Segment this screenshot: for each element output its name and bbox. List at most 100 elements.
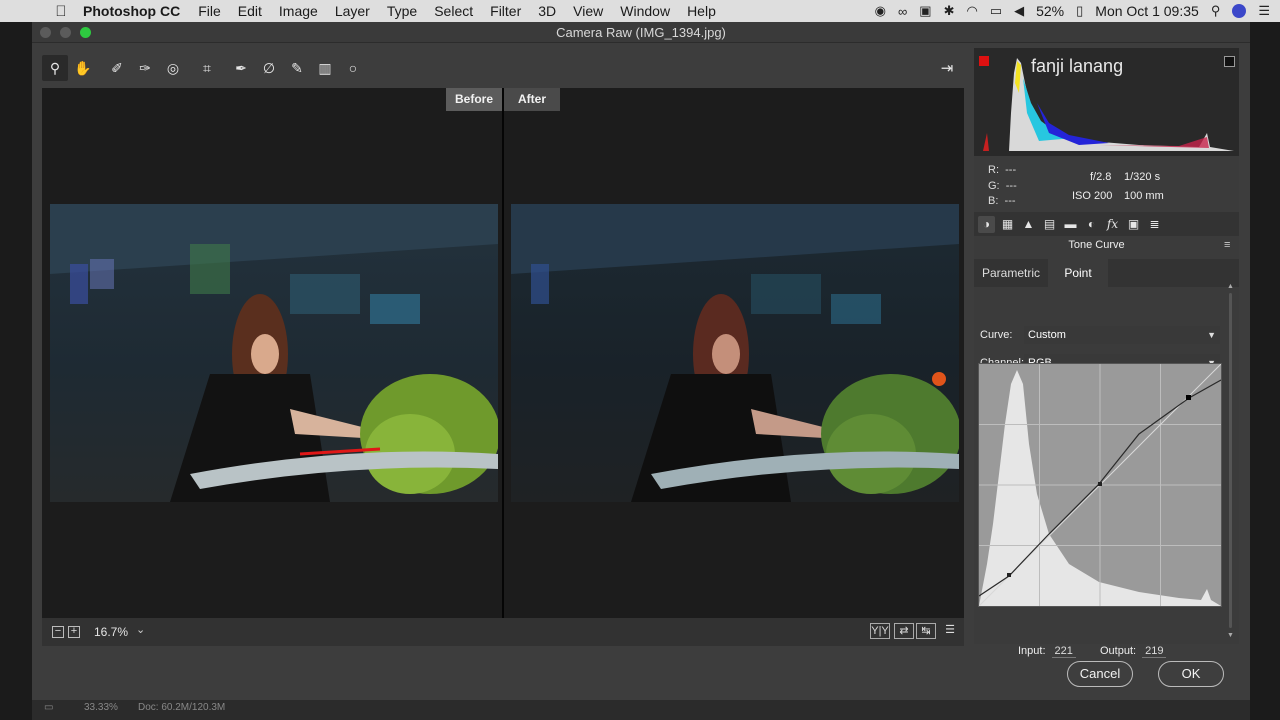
menu-filter[interactable]: Filter [490, 3, 521, 19]
spot-removal-tool[interactable]: ✒ [228, 55, 254, 81]
hsl-tab-icon[interactable]: ▤ [1041, 216, 1058, 233]
zoom-in-button[interactable]: + [68, 626, 80, 638]
graduated-filter-tool[interactable]: ▥ [312, 55, 338, 81]
swap-settings-button[interactable]: ↹ [916, 623, 936, 639]
menu-layer[interactable]: Layer [335, 3, 370, 19]
document-zoom: 33.33% [84, 702, 118, 713]
app-menu[interactable]: Photoshop CC [83, 3, 180, 19]
preview-canvas[interactable]: Before After [42, 88, 964, 618]
color-sampler-tool[interactable]: ✑ [132, 55, 158, 81]
tone-curve-graph[interactable] [978, 363, 1222, 607]
hand-icon: ✋ [74, 59, 92, 76]
photoshop-status-bar: ▭ 33.33% Doc: 60.2M/120.3M [32, 700, 1250, 720]
panel-tab-icons: ◑ ▦ ▲ ▤ ▬ ◐ fx ▣ ≣ [974, 212, 1239, 236]
clock[interactable]: Mon Oct 1 09:35 [1095, 3, 1199, 19]
tab-point[interactable]: Point [1048, 259, 1108, 287]
menu-bar:  Photoshop CC File Edit Image Layer Typ… [0, 0, 1280, 22]
open-preferences-icon[interactable]: ⇥ [934, 55, 960, 81]
shutter-readout: 1/320 s [1124, 171, 1161, 183]
ok-button[interactable]: OK [1158, 661, 1224, 687]
volume-icon[interactable]: ◀ [1014, 3, 1024, 19]
curve-label: Curve: [980, 329, 1013, 341]
focal-length-readout: 100 mm [1124, 190, 1164, 202]
menu-type[interactable]: Type [387, 3, 417, 19]
menu-window[interactable]: Window [620, 3, 670, 19]
menu-select[interactable]: Select [434, 3, 473, 19]
after-label[interactable]: After [504, 88, 560, 111]
targeted-adjustment-tool[interactable]: ◎ [160, 55, 186, 81]
preview-status-bar: − + 16.7% ⌄ Y|Y ⇄ ↹ ☰ [42, 618, 964, 646]
zoom-window-button[interactable] [80, 27, 91, 38]
panel-scrollbar[interactable]: ▲ ▼ [1227, 283, 1234, 649]
presets-tab-icon[interactable]: ≣ [1146, 216, 1163, 233]
zoom-dropdown-chevron-icon[interactable]: ⌄ [136, 623, 145, 636]
curve-select[interactable]: Custom ▼ [1024, 326, 1220, 344]
battery-icon[interactable]: ▯ [1076, 3, 1083, 19]
bluetooth-icon[interactable]: ✱ [944, 3, 955, 19]
menu-3d[interactable]: 3D [538, 3, 556, 19]
effects-tab-icon[interactable]: fx [1104, 216, 1121, 233]
menu-help[interactable]: Help [687, 3, 716, 19]
crop-tool[interactable]: ⌗ [194, 55, 220, 81]
r-readout: R: --- [988, 164, 1017, 176]
record-icon[interactable]: ◉ [875, 3, 886, 19]
histogram: fanji lanang [974, 48, 1239, 156]
menu-file[interactable]: File [198, 3, 221, 19]
zoom-out-button[interactable]: − [52, 626, 64, 638]
scroll-up-icon[interactable]: ▲ [1227, 283, 1234, 290]
document-size: Doc: 60.2M/120.3M [138, 702, 226, 713]
display-icon[interactable]: ▣ [919, 3, 931, 19]
brush-icon: ✎ [291, 59, 303, 76]
menu-image[interactable]: Image [279, 3, 318, 19]
spotlight-icon[interactable]: ⚲ [1211, 3, 1221, 19]
siri-icon[interactable] [1232, 4, 1247, 18]
hand-tool[interactable]: ✋ [70, 55, 96, 81]
tone-curve-tab-icon[interactable]: ▦ [999, 216, 1016, 233]
iso-readout: ISO 200 [1072, 190, 1113, 202]
input-value[interactable]: 221 [1051, 645, 1076, 658]
camera-calibration-tab-icon[interactable]: ▣ [1125, 216, 1142, 233]
battery-percent[interactable]: 52% [1036, 3, 1064, 19]
red-eye-icon: ∅ [262, 59, 276, 76]
adjustment-panel: fanji lanang R: --- G: --- B: --- f/2.8 … [974, 48, 1239, 658]
cancel-button[interactable]: Cancel [1067, 661, 1133, 687]
airplay-icon[interactable]: ▭ [990, 3, 1002, 19]
notification-center-icon[interactable]: ☰ [1258, 3, 1270, 19]
eyedropper-icon: ✐ [111, 59, 123, 76]
g-readout: G: --- [988, 180, 1017, 192]
basic-tab-icon[interactable]: ◑ [978, 215, 995, 233]
scroll-down-icon[interactable]: ▼ [1227, 632, 1234, 639]
chevron-down-icon: ▼ [1207, 330, 1216, 340]
wifi-icon[interactable]: ◠ [966, 3, 977, 19]
cycle-views-button[interactable]: ⇄ [894, 623, 914, 639]
zoom-level[interactable]: 16.7% [94, 625, 128, 639]
detail-tab-icon[interactable]: ▲ [1020, 216, 1037, 233]
preview-preferences-icon[interactable]: ☰ [940, 623, 960, 639]
b-readout: B: --- [988, 195, 1016, 207]
zoom-tool[interactable]: ⚲ [42, 55, 68, 81]
adjustment-brush-tool[interactable]: ✎ [284, 55, 310, 81]
apple-icon[interactable]:  [50, 3, 72, 20]
close-window-button[interactable] [40, 27, 51, 38]
watermark-text: fanji lanang [1031, 56, 1124, 76]
split-toning-tab-icon[interactable]: ▬ [1062, 216, 1079, 233]
window-titlebar: Camera Raw (IMG_1394.jpg) [32, 22, 1250, 43]
input-field[interactable]: Input: 221 [1018, 645, 1076, 658]
lens-corrections-tab-icon[interactable]: ◐ [1083, 216, 1100, 233]
creative-cloud-icon[interactable]: ∞ [898, 4, 907, 19]
minimize-window-button[interactable] [60, 27, 71, 38]
view-mode-button[interactable]: Y|Y [870, 623, 890, 639]
white-balance-tool[interactable]: ✐ [104, 55, 130, 81]
radial-filter-tool[interactable]: ○ [340, 55, 366, 81]
red-eye-tool[interactable]: ∅ [256, 55, 282, 81]
output-value[interactable]: 219 [1142, 645, 1167, 658]
before-label[interactable]: Before [446, 88, 502, 111]
output-field[interactable]: Output: 219 [1100, 645, 1167, 658]
menu-view[interactable]: View [573, 3, 603, 19]
graduated-filter-icon: ▥ [318, 59, 332, 76]
tab-parametric[interactable]: Parametric [974, 259, 1048, 287]
input-label: Input: [1018, 645, 1046, 657]
panel-menu-icon[interactable]: ≡ [1224, 239, 1230, 251]
menu-edit[interactable]: Edit [238, 3, 262, 19]
before-photo [50, 204, 498, 502]
